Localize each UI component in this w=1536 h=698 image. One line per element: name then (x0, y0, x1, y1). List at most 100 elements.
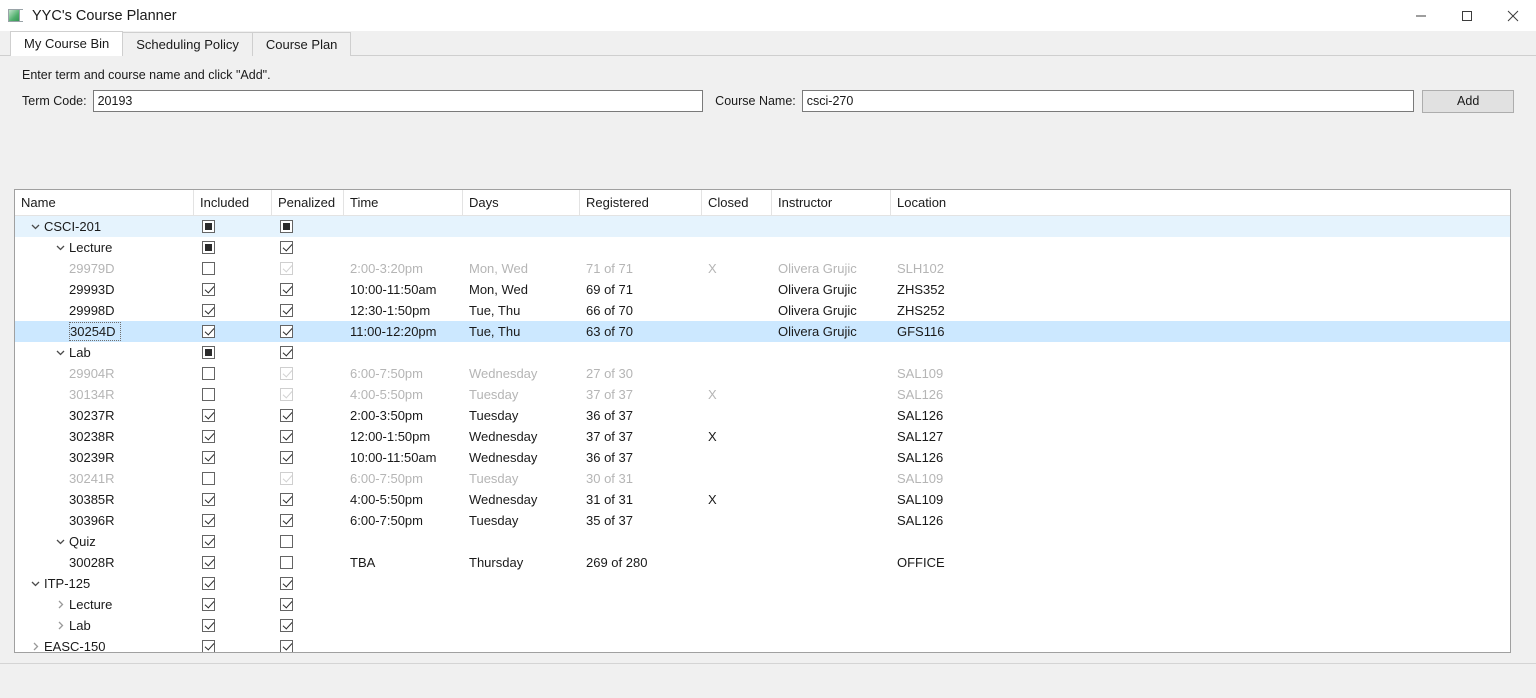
table-row[interactable]: Lab (15, 342, 1510, 363)
column-header-closed[interactable]: Closed (702, 190, 772, 215)
tree-node[interactable]: 29993D (69, 280, 119, 299)
included-checkbox[interactable] (202, 619, 215, 632)
tab-course-plan[interactable]: Course Plan (251, 32, 352, 56)
chevron-down-icon[interactable] (52, 532, 69, 551)
tree-node[interactable]: CSCI-201 (27, 217, 105, 236)
table-row[interactable]: 29993D 10:00-11:50am Mon, Wed 69 of 71 Olive… (15, 279, 1510, 300)
table-row[interactable]: 30238R 12:00-1:50pm Wednesday 37 of 37 X SAL1… (15, 426, 1510, 447)
included-checkbox[interactable] (202, 640, 215, 652)
table-row[interactable]: Lecture (15, 237, 1510, 258)
tree-node[interactable]: Lab (52, 343, 95, 362)
penalized-checkbox[interactable] (280, 577, 293, 590)
add-button[interactable]: Add (1422, 89, 1514, 113)
penalized-checkbox[interactable] (280, 640, 293, 652)
tree-node[interactable]: 30254D (69, 322, 121, 341)
included-checkbox[interactable] (202, 556, 215, 569)
tree-node[interactable]: Lecture (52, 238, 116, 257)
chevron-down-icon[interactable] (52, 343, 69, 362)
tree-node[interactable]: Lab (52, 616, 95, 635)
penalized-checkbox[interactable] (280, 304, 293, 317)
tree-node[interactable]: 30237R (69, 406, 119, 425)
tree-node[interactable]: 30134R (69, 385, 119, 404)
included-checkbox[interactable] (202, 283, 215, 296)
tree-node[interactable]: 30238R (69, 427, 119, 446)
chevron-right-icon[interactable] (27, 637, 44, 652)
table-row[interactable]: Lab (15, 615, 1510, 636)
penalized-checkbox[interactable] (280, 556, 293, 569)
chevron-down-icon[interactable] (52, 238, 69, 257)
tree-node[interactable]: 30239R (69, 448, 119, 467)
chevron-down-icon[interactable] (27, 217, 44, 236)
table-row[interactable]: 30237R 2:00-3:50pm Tuesday 36 of 37 SAL126 (15, 405, 1510, 426)
penalized-checkbox[interactable] (280, 409, 293, 422)
tree-node[interactable]: 30028R (69, 553, 119, 572)
table-row[interactable]: 29998D 12:30-1:50pm Tue, Thu 66 of 70 Oliver… (15, 300, 1510, 321)
included-checkbox[interactable] (202, 367, 215, 380)
table-row[interactable]: 30396R 6:00-7:50pm Tuesday 35 of 37 SAL126 (15, 510, 1510, 531)
penalized-checkbox[interactable] (280, 514, 293, 527)
chevron-down-icon[interactable] (27, 574, 44, 593)
tree-node[interactable]: EASC-150 (27, 637, 109, 652)
included-checkbox[interactable] (202, 451, 215, 464)
penalized-checkbox[interactable] (280, 325, 293, 338)
column-header-included[interactable]: Included (194, 190, 272, 215)
tree-node[interactable]: 30241R (69, 469, 119, 488)
table-row[interactable]: Quiz (15, 531, 1510, 552)
penalized-checkbox[interactable] (280, 535, 293, 548)
table-row[interactable]: 30385R 4:00-5:50pm Wednesday 31 of 31 X SAL10… (15, 489, 1510, 510)
column-header-time[interactable]: Time (344, 190, 463, 215)
included-checkbox[interactable] (202, 598, 215, 611)
penalized-checkbox[interactable] (280, 598, 293, 611)
tree-node[interactable]: 29998D (69, 301, 119, 320)
included-checkbox[interactable] (202, 346, 215, 359)
column-header-location[interactable]: Location (891, 190, 1011, 215)
penalized-checkbox[interactable] (280, 493, 293, 506)
included-checkbox[interactable] (202, 388, 215, 401)
close-icon[interactable] (1490, 0, 1536, 31)
tree-node[interactable]: 30385R (69, 490, 119, 509)
column-header-registered[interactable]: Registered (580, 190, 702, 215)
chevron-right-icon[interactable] (52, 616, 69, 635)
included-checkbox[interactable] (202, 325, 215, 338)
table-row[interactable]: EASC-150 (15, 636, 1510, 652)
penalized-checkbox[interactable] (280, 430, 293, 443)
table-row[interactable]: 30134R 4:00-5:50pm Tuesday 37 of 37 X SAL126 (15, 384, 1510, 405)
penalized-checkbox[interactable] (280, 346, 293, 359)
tab-scheduling-policy[interactable]: Scheduling Policy (122, 32, 253, 56)
tree-node[interactable]: Lecture (52, 595, 116, 614)
penalized-checkbox[interactable] (280, 241, 293, 254)
tab-my-course-bin[interactable]: My Course Bin (10, 31, 124, 56)
minimize-icon[interactable] (1398, 0, 1444, 31)
included-checkbox[interactable] (202, 304, 215, 317)
included-checkbox[interactable] (202, 241, 215, 254)
included-checkbox[interactable] (202, 472, 215, 485)
tree-node[interactable]: 29979D (69, 259, 119, 278)
included-checkbox[interactable] (202, 535, 215, 548)
included-checkbox[interactable] (202, 577, 215, 590)
table-row[interactable]: 29904R 6:00-7:50pm Wednesday 27 of 30 SAL109 (15, 363, 1510, 384)
table-row[interactable]: 30028R TBA Thursday 269 of 280 OFFICE (15, 552, 1510, 573)
included-checkbox[interactable] (202, 409, 215, 422)
tree-node[interactable]: 29904R (69, 364, 119, 383)
penalized-checkbox[interactable] (280, 451, 293, 464)
included-checkbox[interactable] (202, 430, 215, 443)
column-header-instructor[interactable]: Instructor (772, 190, 891, 215)
chevron-right-icon[interactable] (52, 595, 69, 614)
table-row[interactable]: Lecture (15, 594, 1510, 615)
term-code-input[interactable] (92, 90, 704, 112)
table-row[interactable]: 29979D 2:00-3:20pm Mon, Wed 71 of 71 X Oliver… (15, 258, 1510, 279)
table-row[interactable]: ITP-125 (15, 573, 1510, 594)
included-checkbox[interactable] (202, 514, 215, 527)
included-checkbox[interactable] (202, 262, 215, 275)
included-checkbox[interactable] (202, 493, 215, 506)
tree-node[interactable]: 30396R (69, 511, 119, 530)
tree-node[interactable]: ITP-125 (27, 574, 94, 593)
table-row[interactable]: 30239R 10:00-11:50am Wednesday 36 of 37 SAL1… (15, 447, 1510, 468)
penalized-checkbox[interactable] (280, 619, 293, 632)
tree-node[interactable]: Quiz (52, 532, 100, 551)
column-header-days[interactable]: Days (463, 190, 580, 215)
table-row[interactable]: CSCI-201 (15, 216, 1510, 237)
table-row[interactable]: 30241R 6:00-7:50pm Tuesday 30 of 31 SAL109 (15, 468, 1510, 489)
column-header-penalized[interactable]: Penalized (272, 190, 344, 215)
table-row[interactable]: 30254D 11:00-12:20pm Tue, Thu 63 of 70 Olive… (15, 321, 1510, 342)
